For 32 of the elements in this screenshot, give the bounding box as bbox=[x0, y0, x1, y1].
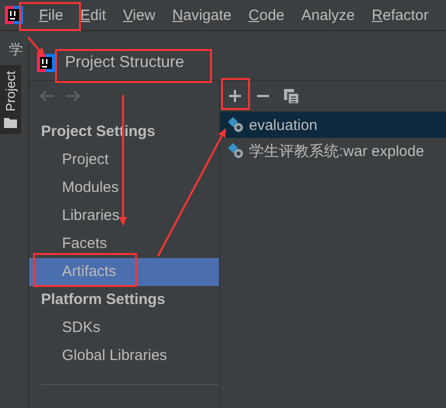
nav-item[interactable]: SDKs bbox=[29, 314, 219, 342]
project-tool-tab[interactable]: Project bbox=[0, 65, 21, 134]
app-logo-icon bbox=[37, 54, 55, 72]
annotation-arrow bbox=[27, 36, 45, 57]
folder-icon bbox=[4, 117, 17, 128]
annotation-box bbox=[221, 78, 250, 110]
artifact-name: evaluation bbox=[249, 116, 318, 134]
artifact-name: 学生评教系统:war explode bbox=[249, 142, 424, 160]
copy-button[interactable] bbox=[282, 86, 301, 106]
nav-item[interactable]: Facets bbox=[29, 230, 219, 258]
menu-item[interactable]: Analyze bbox=[300, 4, 356, 26]
menu-item[interactable]: Code bbox=[248, 4, 286, 26]
menu-item[interactable]: File bbox=[38, 4, 64, 26]
add-button[interactable] bbox=[226, 87, 244, 105]
dialog-title: Project Structure bbox=[65, 54, 184, 72]
section-header: Platform Settings bbox=[40, 290, 166, 310]
copy-icon bbox=[284, 88, 299, 104]
nav-item[interactable]: Global Libraries bbox=[29, 342, 219, 370]
nav-item[interactable]: Project bbox=[29, 146, 219, 174]
artifact-row[interactable]: 学生评教系统:war explode bbox=[220, 138, 446, 164]
nav-item[interactable]: Modules bbox=[29, 174, 219, 202]
menu-item[interactable]: Refactor bbox=[370, 4, 430, 26]
plus-icon bbox=[228, 89, 242, 103]
artifact-icon bbox=[228, 143, 244, 159]
menu-item[interactable]: View bbox=[122, 4, 156, 26]
annotation-box bbox=[19, 2, 81, 31]
menu-item[interactable]: Navigate bbox=[171, 4, 233, 26]
editor-tab-label: 学 bbox=[9, 41, 23, 59]
artifact-row[interactable]: evaluation bbox=[220, 112, 446, 138]
artifact-icon bbox=[228, 117, 244, 133]
menu-item[interactable]: Edit bbox=[79, 4, 108, 26]
nav-item[interactable]: Libraries bbox=[29, 202, 219, 230]
